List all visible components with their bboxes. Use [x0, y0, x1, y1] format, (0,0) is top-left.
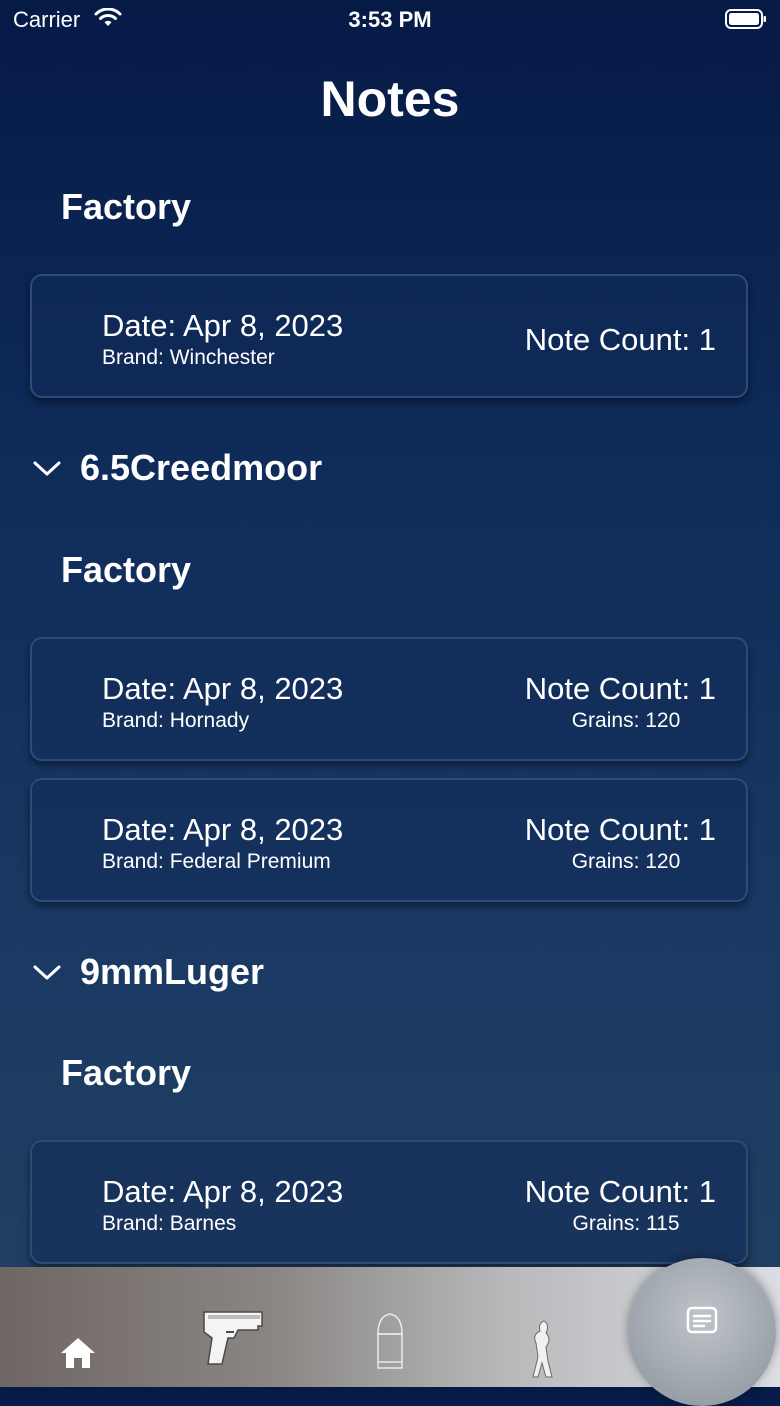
- battery-icon: [725, 9, 766, 29]
- section-subheader: Factory: [61, 549, 192, 590]
- group-header-6-5creedmoor[interactable]: 6.5Creedmoor: [32, 446, 322, 490]
- card-note-count: Note Count: 1: [524, 322, 716, 357]
- card-brand: Brand: Federal Premium: [102, 850, 331, 873]
- note-card[interactable]: Date: Apr 8, 2023 Brand: Federal Premium…: [30, 778, 748, 902]
- group-header-9mmluger[interactable]: 9mmLuger: [32, 950, 264, 994]
- tab-ammo[interactable]: [325, 1267, 455, 1387]
- card-grains: Grains: 120: [571, 709, 681, 732]
- status-bar: Carrier 3:53 PM: [0, 0, 780, 40]
- figure-icon: [532, 1320, 553, 1378]
- chevron-down-icon: [33, 965, 61, 980]
- home-icon: [61, 1338, 95, 1368]
- note-card[interactable]: Date: Apr 8, 2023 Brand: Winchester Note…: [30, 274, 748, 398]
- page-title: Notes: [320, 71, 460, 127]
- group-label: 6.5Creedmoor: [80, 447, 323, 488]
- card-date: Date: Apr 8, 2023: [102, 671, 344, 706]
- notes-icon: [686, 1306, 718, 1334]
- tab-home[interactable]: [13, 1267, 143, 1387]
- card-note-count: Note Count: 1: [524, 671, 716, 706]
- section-subheader: Factory: [61, 186, 192, 227]
- card-date: Date: Apr 8, 2023: [102, 1174, 344, 1209]
- card-date: Date: Apr 8, 2023: [102, 812, 344, 847]
- section-subheader: Factory: [61, 1052, 192, 1093]
- card-brand: Brand: Hornady: [102, 709, 250, 732]
- card-date: Date: Apr 8, 2023: [102, 308, 344, 343]
- clock: 3:53 PM: [348, 7, 432, 32]
- chevron-down-icon: [33, 461, 61, 476]
- bullet-icon: [377, 1313, 403, 1369]
- note-card[interactable]: Date: Apr 8, 2023 Brand: Hornady Note Co…: [30, 637, 748, 761]
- tab-firearms[interactable]: [168, 1267, 298, 1387]
- card-brand: Brand: Barnes: [102, 1212, 237, 1235]
- card-brand: Brand: Winchester: [102, 346, 275, 369]
- card-grains: Grains: 115: [572, 1212, 680, 1235]
- notes-fab-button[interactable]: [628, 1258, 776, 1406]
- pistol-icon: [203, 1311, 263, 1365]
- tab-gear[interactable]: [478, 1267, 608, 1387]
- card-note-count: Note Count: 1: [524, 1174, 716, 1209]
- note-card[interactable]: Date: Apr 8, 2023 Brand: Barnes Note Cou…: [30, 1140, 748, 1264]
- card-note-count: Note Count: 1: [524, 812, 716, 847]
- card-grains: Grains: 120: [571, 850, 681, 873]
- group-label: 9mmLuger: [80, 951, 265, 992]
